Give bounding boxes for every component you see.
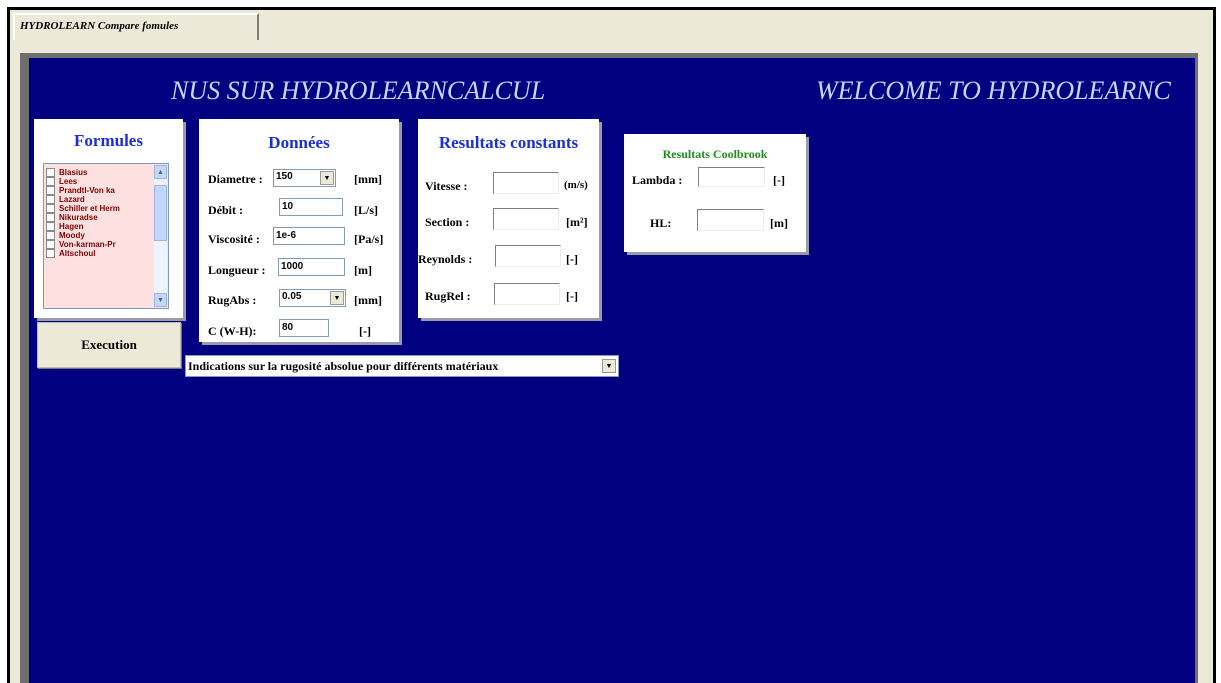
c-wh-input[interactable]: 80: [279, 319, 329, 337]
vitesse-unit: (m/s): [564, 179, 588, 191]
longueur-label: Longueur :: [208, 263, 266, 277]
list-item-label: Hagen: [59, 222, 84, 231]
diametre-label: Diametre :: [208, 172, 263, 186]
banner-right-text: WELCOME TO HYDROLEARNC: [816, 76, 1171, 105]
checkbox-icon[interactable]: [46, 168, 55, 177]
list-item-label: Moody: [59, 231, 85, 240]
checkbox-icon[interactable]: [46, 186, 55, 195]
diametre-value: 150: [276, 171, 293, 182]
donnees-title: Données: [268, 133, 330, 152]
scroll-thumb[interactable]: [154, 185, 167, 241]
debit-unit: [L/s]: [354, 203, 378, 217]
rugabs-unit: [mm]: [354, 293, 382, 307]
longueur-unit: [m]: [354, 263, 372, 277]
resultats-coolbrook-box: Resultats Coolbrook Lambda : [-] HL: [m]: [624, 134, 806, 252]
list-item-label: Von-karman-Pr: [59, 240, 116, 249]
list-item-label: Lazard: [59, 195, 85, 204]
lambda-output[interactable]: [698, 167, 765, 187]
hl-unit: [m]: [770, 216, 788, 230]
execution-button[interactable]: Execution: [37, 322, 181, 368]
checkbox-icon[interactable]: [46, 195, 55, 204]
checkbox-icon[interactable]: [46, 177, 55, 186]
chevron-down-icon[interactable]: ▼: [602, 359, 616, 373]
reynolds-unit: [-]: [566, 252, 578, 266]
donnees-box: Données Diametre : 150 ▼ [mm] Débit : 10…: [199, 119, 399, 342]
list-item-label: Prandtl-Von ka: [59, 186, 115, 195]
checkbox-icon[interactable]: [46, 231, 55, 240]
checkbox-icon[interactable]: [46, 222, 55, 231]
indications-select[interactable]: Indications sur la rugosité absolue pour…: [185, 355, 619, 377]
banner-left-text: NUS SUR HYDROLEARNCALCUL: [171, 76, 546, 105]
diametre-select[interactable]: 150 ▼: [273, 169, 336, 187]
list-item[interactable]: Altschoul: [46, 249, 95, 259]
hl-label: HL:: [650, 216, 672, 230]
section-label: Section :: [425, 215, 470, 229]
rugabs-select[interactable]: 0.05 ▼: [279, 289, 346, 307]
resultats-constants-title: Resultats constants: [438, 133, 579, 152]
list-item-label: Altschoul: [59, 249, 96, 258]
rugabs-value: 0.05: [282, 291, 302, 302]
list-item-label: Blasius: [59, 168, 88, 177]
tab-compare-formules[interactable]: HYDROLEARN Compare fomules: [13, 13, 259, 40]
viscosite-input[interactable]: 1e-6: [273, 227, 345, 245]
diametre-unit: [mm]: [354, 172, 382, 186]
vitesse-label: Vitesse :: [425, 179, 468, 193]
chevron-down-icon[interactable]: ▼: [154, 293, 167, 307]
checkbox-icon[interactable]: [46, 213, 55, 222]
chevron-down-icon[interactable]: ▼: [320, 171, 334, 185]
checkbox-icon[interactable]: [46, 240, 55, 249]
chevron-down-icon[interactable]: ▼: [330, 291, 344, 305]
debit-input[interactable]: 10: [279, 198, 343, 216]
viscosite-unit: [Pa/s]: [354, 232, 384, 246]
formules-list[interactable]: Blasius Lees Prandtl-Von ka Lazard Schil…: [43, 163, 169, 309]
lambda-label: Lambda :: [632, 173, 683, 187]
lambda-unit: [-]: [773, 173, 785, 187]
rugrel-output[interactable]: [494, 283, 560, 305]
list-item-label: Nikuradse: [59, 213, 98, 222]
debit-label: Débit :: [208, 203, 243, 217]
reynolds-label: Reynolds :: [418, 252, 473, 266]
section-output[interactable]: [493, 208, 559, 230]
rugrel-label: RugRel :: [425, 289, 471, 303]
rugabs-label: RugAbs :: [208, 293, 257, 307]
list-item-label: Schiller et Herm: [59, 204, 120, 213]
longueur-input[interactable]: 1000: [278, 258, 345, 276]
list-item-label: Lees: [59, 177, 78, 186]
viscosite-label: Viscosité :: [208, 232, 260, 246]
chevron-up-icon[interactable]: ▲: [154, 165, 167, 179]
hl-output[interactable]: [697, 209, 764, 231]
formules-title: Formules: [74, 131, 143, 150]
resultats-coolbrook-title: Resultats Coolbrook: [662, 147, 768, 161]
resultats-constants-box: Resultats constants Vitesse : (m/s) Sect…: [418, 119, 599, 318]
checkbox-icon[interactable]: [46, 204, 55, 213]
rugrel-unit: [-]: [566, 289, 578, 303]
reynolds-output[interactable]: [495, 245, 561, 267]
checkbox-icon[interactable]: [46, 249, 55, 258]
section-unit: [m²]: [566, 215, 588, 229]
indications-value: Indications sur la rugosité absolue pour…: [188, 359, 499, 373]
main-area: NUS SUR HYDROLEARNCALCUL WELCOME TO HYDR…: [29, 58, 1195, 683]
list-scrollbar[interactable]: ▲ ▼: [154, 165, 167, 307]
vitesse-output[interactable]: [493, 172, 559, 194]
formules-box: Formules Blasius Lees Prandtl-Von ka Laz…: [34, 119, 183, 318]
c-wh-unit: [-]: [359, 324, 371, 338]
c-wh-label: C (W-H):: [208, 324, 257, 338]
